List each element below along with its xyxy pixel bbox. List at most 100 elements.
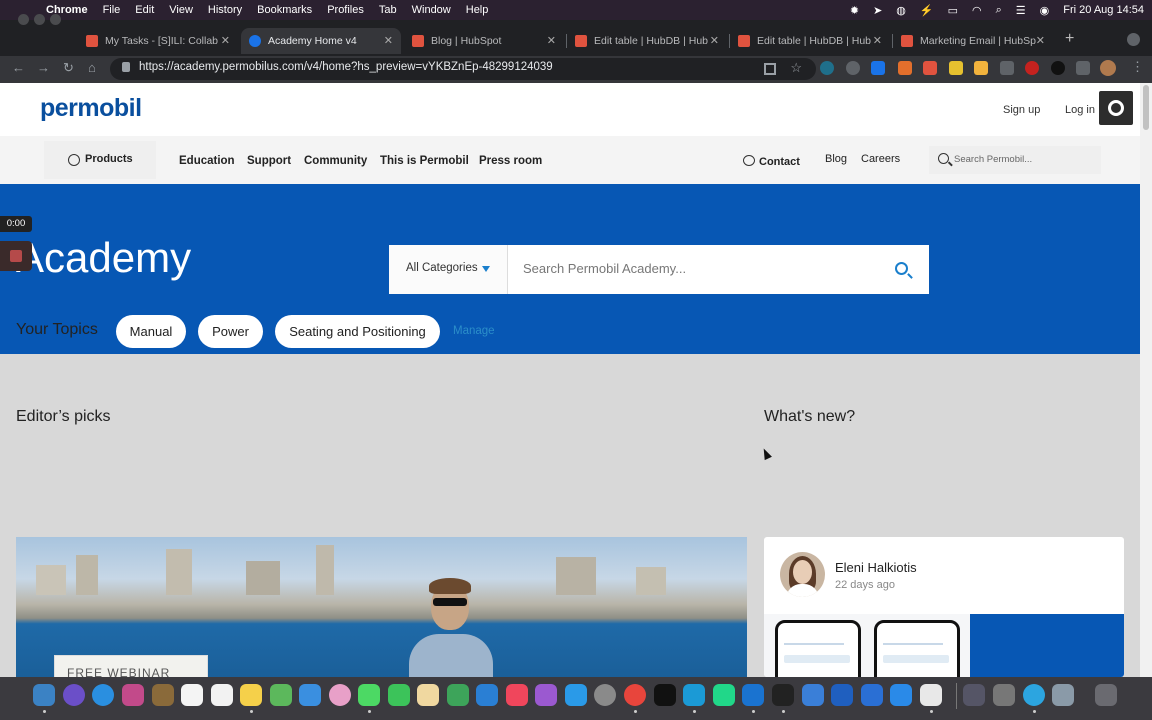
qr-code-icon[interactable] — [764, 63, 776, 75]
profile-avatar[interactable] — [1100, 60, 1116, 76]
window-close-button[interactable] — [18, 14, 29, 25]
chrome-icon[interactable] — [624, 684, 646, 706]
reload-icon[interactable]: ↻ — [63, 60, 74, 76]
webstorm-icon[interactable] — [683, 684, 705, 706]
tab-academy-home[interactable]: Academy Home v4 ✕ — [241, 28, 401, 54]
contact-link[interactable]: Contact — [743, 155, 800, 168]
category-dropdown[interactable]: All Categories — [389, 245, 508, 294]
system-preferences-icon[interactable] — [594, 684, 616, 706]
status-send-icon[interactable]: ➤ — [873, 4, 882, 17]
scrollbar-thumb[interactable] — [1143, 85, 1149, 130]
menu-history[interactable]: History — [208, 4, 242, 16]
facetime-icon[interactable] — [388, 684, 410, 706]
tab-blog-hubspot[interactable]: Blog | HubSpot ✕ — [404, 28, 564, 54]
forward-arrow-icon[interactable]: → — [37, 60, 50, 75]
safari-icon[interactable] — [92, 684, 114, 706]
podcasts-icon[interactable] — [535, 684, 557, 706]
calculator-icon[interactable] — [993, 684, 1015, 706]
hubspot-sprocket-button[interactable] — [1099, 91, 1133, 125]
tab-edit-table-1[interactable]: Edit table | HubDB | Hub ✕ — [567, 28, 727, 54]
menu-view[interactable]: View — [169, 4, 193, 16]
slack-icon[interactable] — [920, 684, 942, 706]
trash-icon[interactable] — [1095, 684, 1117, 706]
messages-icon[interactable] — [358, 684, 380, 706]
nav-education[interactable]: Education — [179, 155, 235, 167]
tab-close-icon[interactable]: ✕ — [221, 34, 230, 47]
topic-pill-power[interactable]: Power — [198, 315, 263, 348]
tab-close-icon[interactable]: ✕ — [710, 34, 719, 47]
photos-icon[interactable] — [329, 684, 351, 706]
vscode-icon[interactable] — [742, 684, 764, 706]
tab-close-icon[interactable]: ✕ — [873, 34, 882, 47]
site-search-field[interactable]: Search Permobil... — [929, 146, 1101, 174]
menubar-datetime[interactable]: Fri 20 Aug 14:54 — [1063, 4, 1144, 16]
tab-search-chevron-icon[interactable] — [1127, 33, 1140, 46]
upload-icon[interactable] — [890, 684, 912, 706]
lock-icon[interactable] — [122, 62, 130, 72]
menu-bookmarks[interactable]: Bookmarks — [257, 4, 312, 16]
mail-icon[interactable] — [299, 684, 321, 706]
nav-this-is-permobil[interactable]: This is Permobil — [380, 155, 469, 167]
bookmark-star-icon[interactable]: ☆ — [790, 60, 802, 76]
numbers-icon[interactable] — [447, 684, 469, 706]
notes-icon[interactable] — [240, 684, 262, 706]
apple-tv-icon[interactable] — [654, 684, 676, 706]
editors-pick-image[interactable]: FREE WEBINAR — [16, 537, 747, 677]
stop-recording-button[interactable] — [0, 241, 32, 271]
back-arrow-icon[interactable]: ← — [12, 60, 25, 75]
spotlight-search-icon[interactable]: ⌕ — [996, 4, 1002, 17]
tab-my-tasks[interactable]: My Tasks - [S]ILI: Collab ✕ — [78, 28, 238, 54]
app-store-icon[interactable] — [565, 684, 587, 706]
new-tab-plus-icon[interactable]: + — [1065, 30, 1074, 48]
tab-close-icon[interactable]: ✕ — [384, 34, 393, 47]
control-center-icon[interactable]: ☰ — [1016, 4, 1026, 17]
extension-ublock-icon[interactable] — [1025, 61, 1039, 75]
menu-edit[interactable]: Edit — [135, 4, 154, 16]
finder-icon[interactable] — [33, 684, 55, 706]
extension-react-icon[interactable] — [820, 61, 834, 75]
extensions-puzzle-icon[interactable] — [1076, 61, 1090, 75]
extension-bolt-icon[interactable] — [974, 61, 988, 75]
window-minimize-button[interactable] — [34, 14, 45, 25]
tab-marketing-email[interactable]: Marketing Email | HubSp ✕ — [893, 28, 1053, 54]
pycharm-icon[interactable] — [713, 684, 735, 706]
author-name[interactable]: Eleni Halkiotis — [835, 560, 917, 575]
extension-sticky-icon[interactable] — [949, 61, 963, 75]
nav-community[interactable]: Community — [304, 155, 367, 167]
extension-dark-icon[interactable] — [1051, 61, 1065, 75]
menu-profiles[interactable]: Profiles — [327, 4, 364, 16]
menu-window[interactable]: Window — [412, 4, 451, 16]
status-gear-icon[interactable]: ✹ — [850, 4, 859, 17]
menu-help[interactable]: Help — [466, 4, 489, 16]
maps-icon[interactable] — [270, 684, 292, 706]
tab-close-icon[interactable]: ✕ — [547, 34, 556, 47]
blog-link[interactable]: Blog — [825, 153, 847, 165]
page-scrollbar[interactable] — [1140, 83, 1152, 677]
address-url[interactable]: https://academy.permobilus.com/v4/home?h… — [139, 61, 553, 73]
sign-up-link[interactable]: Sign up — [1003, 104, 1040, 116]
window-zoom-button[interactable] — [50, 14, 61, 25]
extension-window-icon[interactable] — [1000, 61, 1014, 75]
developer-tool-icon[interactable] — [831, 684, 853, 706]
careers-link[interactable]: Careers — [861, 153, 900, 165]
siri-icon[interactable]: ◉ — [1040, 4, 1050, 17]
downloads-folder-icon[interactable] — [1052, 684, 1074, 706]
nav-support[interactable]: Support — [247, 155, 291, 167]
status-shield-icon[interactable]: ◍ — [896, 4, 906, 17]
academy-search-input[interactable]: Search Permobil Academy... — [523, 261, 686, 276]
battery-icon[interactable]: ▭ — [948, 4, 958, 17]
calendar-icon[interactable] — [181, 684, 203, 706]
tab-edit-table-2[interactable]: Edit table | HubDB | Hub ✕ — [730, 28, 890, 54]
status-bolt-icon[interactable]: ⚡ — [920, 4, 934, 17]
siri-icon[interactable] — [63, 684, 85, 706]
menu-file[interactable]: File — [103, 4, 121, 16]
keynote-icon[interactable] — [476, 684, 498, 706]
address-bar[interactable]: https://academy.permobilus.com/v4/home?h… — [110, 58, 816, 80]
extension-translate-icon[interactable] — [871, 61, 885, 75]
extension-circle-icon[interactable] — [846, 61, 860, 75]
music-icon[interactable] — [506, 684, 528, 706]
launchpad-icon[interactable] — [122, 684, 144, 706]
whats-new-card[interactable]: Eleni Halkiotis 22 days ago — [764, 537, 1124, 677]
nav-press-room[interactable]: Press room — [479, 155, 542, 167]
contacts-icon[interactable] — [152, 684, 174, 706]
